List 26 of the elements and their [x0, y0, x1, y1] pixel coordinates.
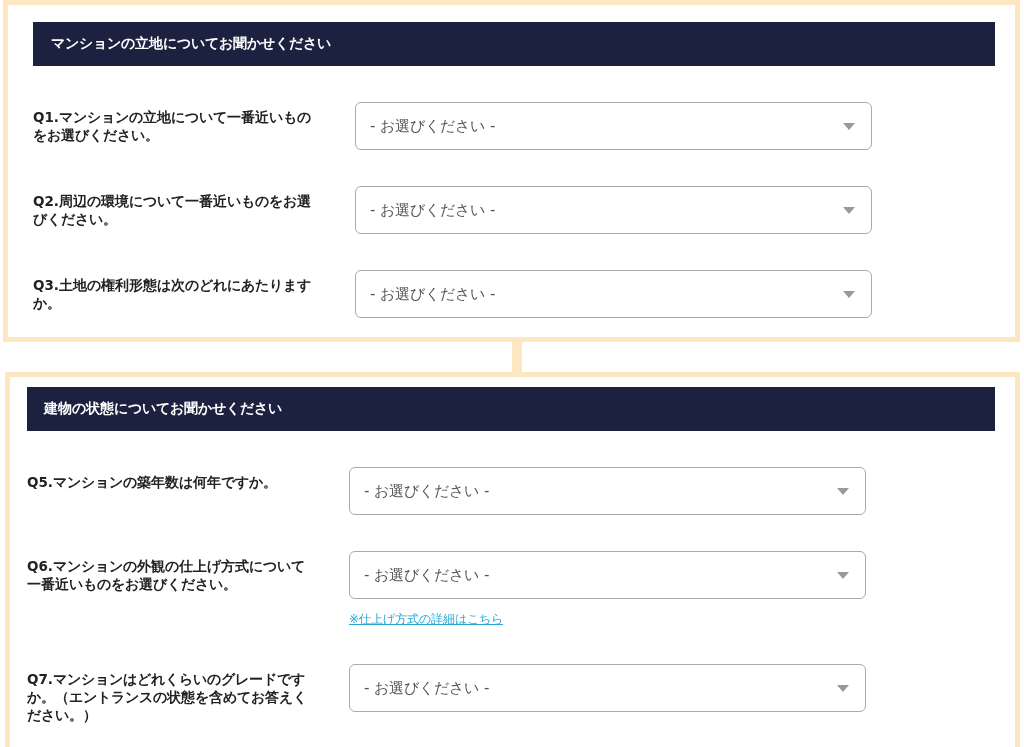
dropdown-placeholder: - お選びください - — [364, 565, 490, 585]
dropdown-placeholder: - お選びください - — [364, 481, 490, 501]
dropdown[interactable]: - お選びください - — [349, 664, 866, 712]
question-label: Q5.マンションの築年数は何年ですか。 — [27, 473, 278, 492]
dropdown[interactable]: - お選びください - — [349, 467, 866, 515]
dropdown[interactable]: - お選びください - — [355, 270, 872, 318]
dropdown-placeholder: - お選びください - — [364, 678, 490, 698]
caret-icon — [843, 206, 855, 214]
dropdown-placeholder: - お選びください - — [370, 200, 496, 220]
question-label: Q1.マンションの立地について一番近いものをお選びください。 — [33, 108, 312, 145]
question-label: Q2.周辺の環境について一番近いものをお選びください。 — [33, 192, 312, 229]
caret-icon — [837, 684, 849, 692]
question-label: Q6.マンションの外観の仕上げ方式について一番近いものをお選びください。 — [27, 557, 306, 594]
dropdown-placeholder: - お選びください - — [370, 284, 496, 304]
caret-icon — [843, 290, 855, 298]
dropdown[interactable]: - お選びください - — [349, 551, 866, 599]
section-header: 建物の状態についてお聞かせください — [27, 387, 995, 431]
question-label: Q3.土地の権利形態は次のどれにあたりますか。 — [33, 276, 312, 313]
dropdown[interactable]: - お選びください - — [355, 102, 872, 150]
dropdown[interactable]: - お選びください - — [355, 186, 872, 234]
dropdown-placeholder: - お選びください - — [370, 116, 496, 136]
caret-icon — [837, 487, 849, 495]
caret-icon — [843, 122, 855, 130]
section-header: マンションの立地についてお聞かせください — [33, 22, 995, 66]
question-label: Q7.マンションはどれくらいのグレードですか。（エントランスの状態を含めてお答えください。） — [27, 670, 308, 724]
caret-icon — [837, 571, 849, 579]
